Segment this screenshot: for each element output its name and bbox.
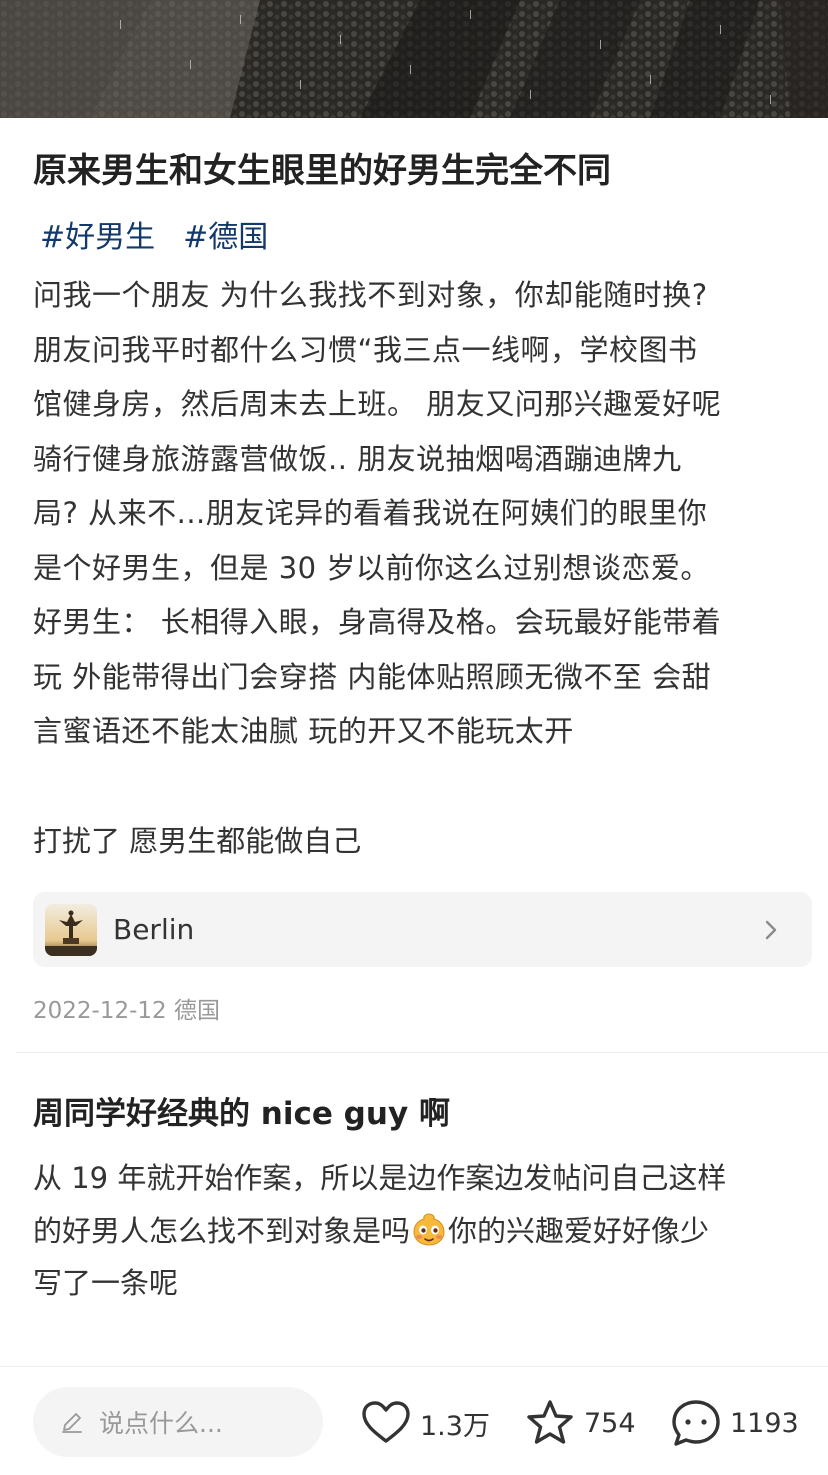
heart-icon	[362, 1401, 410, 1443]
tag-germany[interactable]: #德国	[183, 214, 268, 262]
bottom-action-bar: 说点什么... 1.3万 754 1193	[0, 1366, 828, 1475]
tag-good-guy[interactable]: #好男生	[40, 214, 155, 262]
post-cover-image[interactable]	[0, 0, 828, 118]
collect-count: 754	[584, 1407, 636, 1439]
like-count: 1.3万	[420, 1410, 490, 1442]
collect-button[interactable]: 754	[524, 1397, 636, 1449]
comment-button[interactable]: 1193	[670, 1397, 799, 1449]
top-comment-title: 周同学好经典的 nice guy 啊	[33, 1096, 450, 1132]
post-title: 原来男生和女生眼里的好男生完全不同	[33, 151, 611, 191]
location-card[interactable]: Berlin	[33, 892, 812, 967]
comment-bubble-icon	[672, 1400, 720, 1446]
comment-input-placeholder: 说点什么...	[99, 1409, 223, 1438]
location-name: Berlin	[113, 913, 195, 946]
post-tags: #好男生 #德国	[40, 214, 268, 262]
post-sign-off: 打扰了 愿男生都能做自己	[33, 824, 362, 858]
cover-photo-graphic	[0, 0, 828, 118]
chevron-right-icon	[756, 915, 786, 945]
top-comment-body: 从 19 年就开始作案，所以是边作案边发帖问自己这样 的好男人怎么找不到对象是吗…	[33, 1152, 793, 1310]
victory-column-photo	[45, 903, 97, 956]
post-date-location: 2022-12-12 德国	[33, 998, 220, 1024]
section-divider	[16, 1052, 828, 1053]
comment-count: 1193	[730, 1407, 799, 1439]
post-body: 问我一个朋友 为什么我找不到对象，你却能随时换? 朋友问我平时都什么习惯“我三点…	[33, 278, 722, 748]
like-button[interactable]: 1.3万	[360, 1397, 490, 1449]
comment-input[interactable]: 说点什么...	[33, 1387, 323, 1457]
location-thumbnail	[45, 903, 97, 956]
sly-face-emoji	[413, 1212, 445, 1246]
pencil-icon	[62, 1413, 82, 1433]
star-icon	[527, 1400, 573, 1444]
